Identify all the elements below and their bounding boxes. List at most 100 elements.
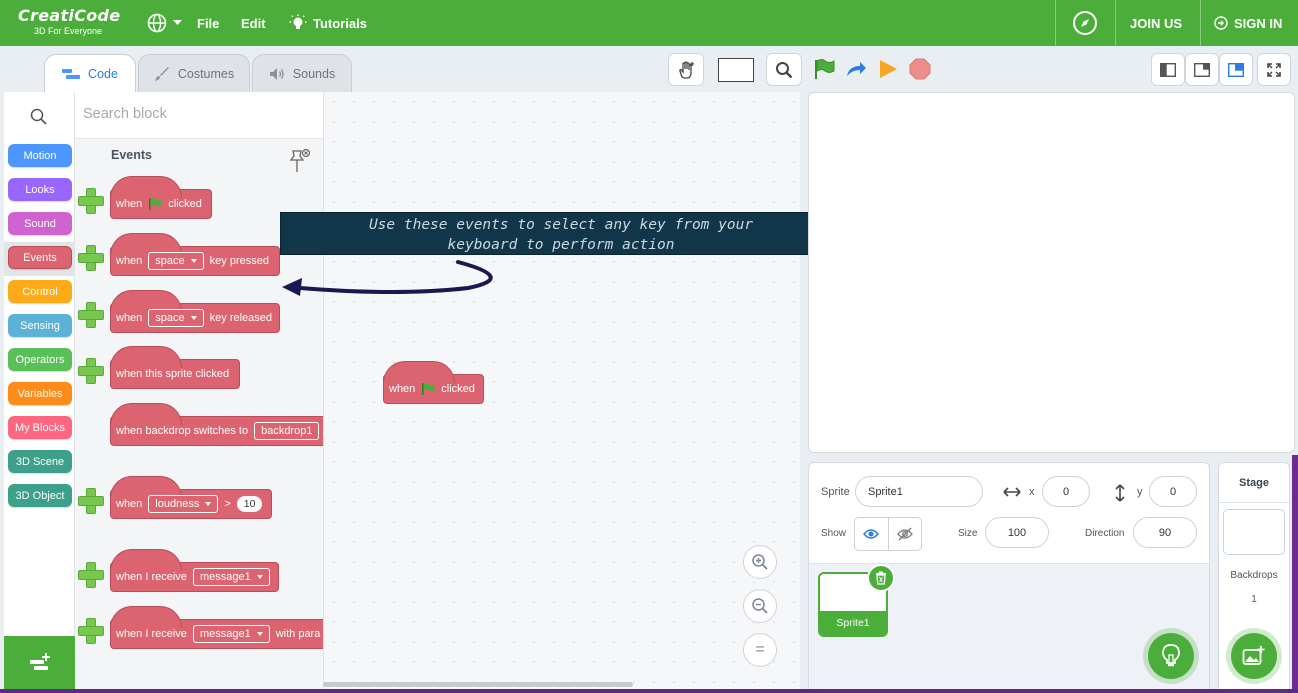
zoom-in-button[interactable]: [743, 545, 777, 579]
play-button[interactable]: [878, 59, 898, 84]
tab-code[interactable]: Code: [44, 54, 136, 93]
category-sound[interactable]: Sound: [8, 212, 72, 235]
stop-button[interactable]: [909, 58, 931, 85]
when-flag-clicked-block[interactable]: when clicked: [110, 176, 212, 219]
category-control[interactable]: Control: [8, 280, 72, 303]
redo-arrow-icon: [847, 62, 866, 76]
tutorials-menu[interactable]: Tutorials: [289, 0, 367, 46]
hat-top: [110, 176, 182, 198]
language-menu[interactable]: [147, 0, 182, 46]
zoom-out-icon: [752, 598, 768, 614]
backdrop-dropdown[interactable]: backdrop1: [254, 422, 320, 440]
when-i-receive-with-param-block[interactable]: when I receive message1 with para: [110, 606, 323, 649]
backdrops-label: Backdrops: [1230, 570, 1278, 581]
add-block-button[interactable]: [77, 617, 104, 644]
key-dropdown[interactable]: space: [148, 252, 204, 270]
when-backdrop-switches-block[interactable]: when backdrop switches to backdrop1: [110, 403, 323, 446]
x-input[interactable]: 0: [1042, 476, 1090, 507]
lightbulb-icon: [289, 14, 307, 29]
hand-tool-button[interactable]: [668, 53, 704, 86]
direction-input[interactable]: 90: [1133, 517, 1197, 548]
category-my-blocks[interactable]: My Blocks: [8, 416, 72, 439]
block-text: key released: [209, 312, 273, 324]
size-input[interactable]: 100: [985, 517, 1049, 548]
edit-menu[interactable]: Edit: [241, 0, 266, 46]
stage-size-button[interactable]: [711, 53, 761, 86]
when-key-released-block[interactable]: when space key released: [110, 290, 280, 333]
message-dropdown[interactable]: message1: [192, 625, 270, 643]
delete-sprite-button[interactable]: [867, 564, 895, 592]
small-stage-layout-button[interactable]: [1151, 53, 1185, 86]
add-sprite-button[interactable]: [1148, 633, 1194, 679]
category-variables[interactable]: Variables: [8, 382, 72, 405]
add-block-button[interactable]: [77, 357, 104, 384]
signin-button[interactable]: SIGN IN: [1214, 0, 1282, 46]
logo-tagline: 3D For Everyone: [34, 26, 103, 36]
add-backdrop-button[interactable]: [1231, 633, 1277, 679]
sprite-name-input[interactable]: Sprite1: [855, 476, 983, 507]
file-menu[interactable]: File: [197, 0, 219, 46]
eye-slash-icon: [896, 527, 913, 541]
search-block-icon-button[interactable]: [30, 108, 47, 130]
fullscreen-button[interactable]: [1257, 53, 1291, 86]
explore-button[interactable]: [1072, 0, 1098, 46]
add-block-button[interactable]: [77, 244, 104, 271]
search-icon: [30, 108, 47, 125]
category-events[interactable]: Events: [8, 246, 72, 269]
zoom-reset-button[interactable]: =: [743, 633, 777, 667]
annotation-arrow-icon: [282, 260, 493, 296]
pin-icon: [289, 148, 311, 172]
category-motion[interactable]: Motion: [8, 144, 72, 167]
horizontal-scrollbar[interactable]: [323, 682, 633, 687]
category-operators[interactable]: Operators: [8, 348, 72, 371]
category-sensing[interactable]: Sensing: [8, 314, 72, 337]
normal-stage-layout-button[interactable]: [1185, 53, 1219, 86]
when-loudness-block[interactable]: when loudness > 10: [110, 476, 272, 519]
block-text: when: [116, 255, 143, 267]
y-input[interactable]: 0: [1149, 476, 1197, 507]
zoom-out-button[interactable]: [743, 589, 777, 623]
step-button[interactable]: [845, 59, 867, 84]
tab-costumes[interactable]: Costumes: [138, 54, 250, 92]
trash-icon: [876, 571, 886, 585]
when-sprite-clicked-block[interactable]: when this sprite clicked: [110, 346, 240, 389]
category-looks[interactable]: Looks: [8, 178, 72, 201]
layout-left-icon: [1160, 62, 1176, 77]
block-text: clicked: [168, 198, 202, 210]
category-3d-object[interactable]: 3D Object: [8, 484, 72, 507]
sensor-dropdown[interactable]: loudness: [148, 495, 219, 513]
hide-button[interactable]: [889, 518, 922, 550]
show-button[interactable]: [855, 518, 889, 550]
block-text: when backdrop switches to: [116, 425, 249, 437]
search-button[interactable]: [766, 53, 802, 86]
add-block-button[interactable]: [77, 487, 104, 514]
key-dropdown[interactable]: space: [148, 309, 204, 327]
stage-canvas[interactable]: [808, 92, 1295, 453]
fullscreen-icon: [1267, 62, 1281, 77]
add-block-button[interactable]: [77, 187, 104, 214]
when-key-pressed-block[interactable]: when space key pressed: [110, 233, 280, 276]
stage-thumbnail[interactable]: [1223, 509, 1285, 555]
tab-sounds[interactable]: Sounds: [252, 54, 352, 92]
when-i-receive-block[interactable]: when I receive message1: [110, 549, 279, 592]
message-dropdown[interactable]: message1: [192, 568, 270, 586]
visibility-toggle: [854, 517, 922, 551]
hat-top: [110, 549, 182, 571]
add-block-button[interactable]: [77, 561, 104, 588]
stop-icon: [909, 58, 931, 80]
green-flag-button[interactable]: [813, 58, 835, 85]
join-button[interactable]: JOIN US: [1130, 0, 1182, 46]
script-when-flag-clicked-block[interactable]: when clicked: [383, 361, 484, 404]
category-3d-scene[interactable]: 3D Scene: [8, 450, 72, 473]
pin-button[interactable]: [289, 148, 311, 179]
search-block-input[interactable]: [83, 106, 303, 122]
block-text: when: [116, 198, 143, 210]
large-stage-layout-button[interactable]: [1219, 53, 1253, 86]
add-block-button[interactable]: [77, 301, 104, 328]
hand-icon: [679, 60, 694, 79]
add-extension-button[interactable]: [4, 636, 75, 690]
threshold-input[interactable]: 10: [236, 496, 263, 512]
block-text: clicked: [441, 383, 475, 395]
logo[interactable]: CreatiCode 3D For Everyone: [18, 6, 128, 36]
block-text: when: [116, 498, 143, 510]
